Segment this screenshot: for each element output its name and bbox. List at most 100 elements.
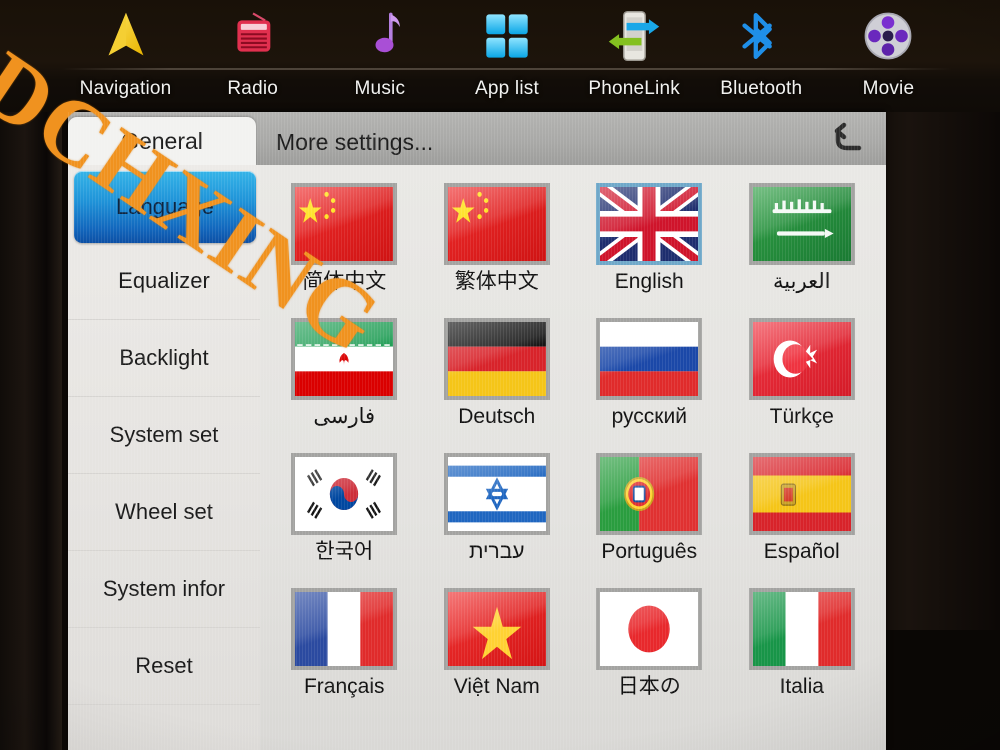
tab-more-settings[interactable]: More settings... (256, 119, 466, 165)
sidebar-item-label: Wheel set (115, 499, 213, 524)
language-option-label: Français (303, 675, 385, 698)
language-option-label: 日本の (617, 675, 681, 698)
topnav-item-phonelink[interactable] (571, 5, 698, 67)
head-unit-screen: Navigation Radio Music App list PhoneLink Blu… (0, 0, 1000, 750)
flag-icon-china (291, 183, 398, 265)
language-option-germany-5[interactable]: Deutsch (421, 310, 574, 445)
app-grid-icon (476, 5, 538, 67)
topnav-item-radio[interactable] (189, 5, 316, 67)
sidebar-item-label: Reset (135, 653, 193, 678)
topnav-item-label: PhoneLink (588, 78, 680, 99)
flag-icon-japan (596, 588, 703, 670)
language-option-portugal-10[interactable]: Português (573, 445, 726, 580)
topnav-item-label: Navigation (79, 78, 172, 99)
topnav-item-label: App list (475, 78, 539, 99)
flag-icon-saudi (748, 183, 855, 265)
music-note-icon (349, 5, 411, 67)
language-option-italy-15[interactable]: Italia (726, 580, 879, 715)
language-option-japan-14[interactable]: 日本の (573, 580, 726, 715)
flag-icon-portugal (596, 453, 703, 535)
sidebar-item-label: System set (109, 422, 219, 447)
topnav-label-movie[interactable]: Movie (825, 78, 952, 100)
language-option-label: 繁体中文 (454, 270, 539, 293)
topnav-item-navigation[interactable] (62, 5, 189, 67)
language-option-saudi-3[interactable]: العربية (726, 175, 879, 310)
topnav-item-movie[interactable] (825, 5, 952, 67)
flag-icon-vietnam (443, 588, 550, 670)
sidebar-item-reset[interactable]: Reset (68, 628, 260, 705)
language-option-label: עברית (468, 540, 525, 563)
topnav-item-bluetooth[interactable] (698, 5, 825, 67)
radio-icon (222, 5, 284, 67)
language-option-china-0[interactable]: 简体中文 (268, 175, 421, 310)
language-option-label: Việt Nam (453, 675, 540, 698)
language-option-turkey-7[interactable]: Türkçe (726, 310, 879, 445)
sidebar-item-label: Language (116, 194, 214, 219)
topnav-item-app-list[interactable] (443, 5, 570, 67)
topnav-label-music[interactable]: Music (316, 78, 443, 100)
tab-general[interactable]: General (68, 117, 256, 165)
sidebar-item-label: Backlight (119, 345, 209, 370)
sidebar-item-equalizer[interactable]: Equalizer (68, 243, 260, 320)
language-option-label: العربية (773, 270, 831, 293)
language-option-israel-9[interactable]: עברית (421, 445, 574, 580)
topnav-item-label: Music (354, 78, 406, 99)
language-option-spain-11[interactable]: Español (726, 445, 879, 580)
flag-icon-spain (748, 453, 855, 535)
phonelink-icon (603, 5, 665, 67)
flag-icon-germany (443, 318, 550, 400)
language-option-label: فارسی (313, 405, 376, 428)
language-option-label: Português (601, 540, 698, 563)
flag-icon-korea (291, 453, 398, 535)
settings-window: General More settings... Language Equaliz… (68, 112, 886, 750)
top-navigation-label-row: Navigation Radio Music App list PhoneLink Blu… (62, 72, 952, 106)
sidebar-item-label: Equalizer (118, 268, 210, 293)
flag-icon-turkey (748, 318, 855, 400)
language-option-iran-4[interactable]: فارسی (268, 310, 421, 445)
navigation-arrow-icon (95, 5, 157, 67)
topnav-label-bluetooth[interactable]: Bluetooth (698, 78, 825, 100)
topnav-label-phonelink[interactable]: PhoneLink (571, 78, 698, 100)
language-option-russia-6[interactable]: русский (573, 310, 726, 445)
language-option-label: English (614, 270, 684, 293)
flag-icon-italy (748, 588, 855, 670)
sidebar-item-system-infor[interactable]: System infor (68, 551, 260, 628)
flag-icon-israel (443, 453, 550, 535)
flag-icon-france (291, 588, 398, 670)
language-option-uk-2[interactable]: English (573, 175, 726, 310)
top-navigation-icon-row (62, 2, 952, 70)
topnav-label-app-list[interactable]: App list (443, 78, 570, 100)
flag-icon-iran (291, 318, 398, 400)
language-option-label: Español (763, 540, 840, 563)
language-option-korea-8[interactable]: 한국어 (268, 445, 421, 580)
back-arrow-icon[interactable] (824, 118, 870, 160)
language-option-label: Deutsch (458, 405, 536, 428)
flag-icon-russia (596, 318, 703, 400)
topnav-item-label: Bluetooth (720, 78, 803, 99)
language-option-label: 한국어 (315, 540, 374, 563)
top-navigation-bar: Navigation Radio Music App list PhoneLink Blu… (0, 0, 1000, 112)
topnav-item-label: Radio (227, 78, 279, 99)
language-option-label: 简体中文 (302, 270, 387, 293)
sidebar-item-system-set[interactable]: System set (68, 397, 260, 474)
topnav-item-music[interactable] (316, 5, 443, 67)
topnav-item-label: Movie (862, 78, 915, 99)
bluetooth-icon (730, 5, 792, 67)
language-content-panel: 简体中文 繁体中文 English العربية فارسی Deutsch … (260, 165, 886, 750)
language-option-label: Italia (779, 675, 824, 698)
language-option-label: Türkçe (769, 405, 834, 428)
topnav-label-navigation[interactable]: Navigation (62, 78, 189, 100)
language-option-france-12[interactable]: Français (268, 580, 421, 715)
sidebar-item-backlight[interactable]: Backlight (68, 320, 260, 397)
settings-body: Language Equalizer Backlight System set Whee… (68, 165, 886, 750)
flag-icon-uk (596, 183, 703, 265)
language-option-label: русский (611, 405, 687, 428)
settings-tab-bar: General More settings... (68, 112, 886, 165)
device-bezel-left (0, 0, 62, 750)
language-option-china-1[interactable]: 繁体中文 (421, 175, 574, 310)
topnav-label-radio[interactable]: Radio (189, 78, 316, 100)
sidebar-item-wheel-set[interactable]: Wheel set (68, 474, 260, 551)
sidebar-item-label: System infor (102, 576, 226, 601)
language-option-vietnam-13[interactable]: Việt Nam (421, 580, 574, 715)
sidebar-item-language[interactable]: Language (74, 171, 256, 243)
